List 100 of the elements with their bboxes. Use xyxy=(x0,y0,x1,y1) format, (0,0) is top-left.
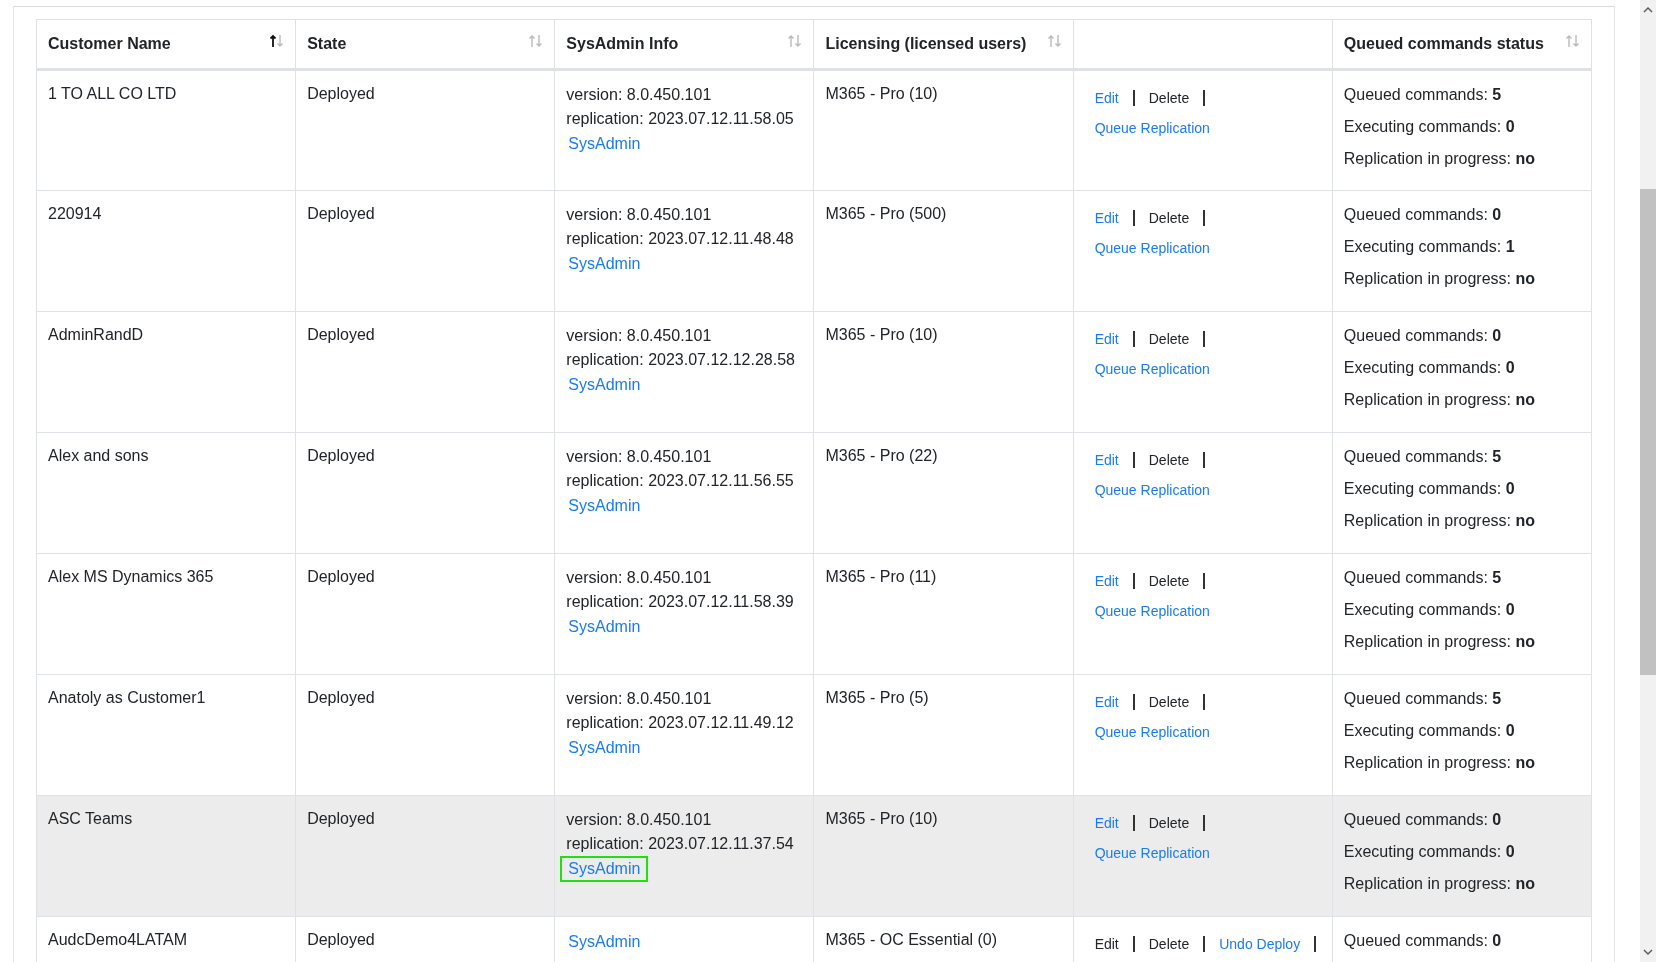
sysadmin-link[interactable]: SysAdmin xyxy=(560,735,649,761)
status-line: Executing commands: 0 xyxy=(1343,600,1516,620)
status-line: Executing commands: 0 xyxy=(1343,842,1516,862)
action-text[interactable]: Edit xyxy=(1094,934,1119,954)
sysadmin-link[interactable]: SysAdmin xyxy=(560,856,649,882)
sysadmin-info-text: version: 8.0.450.101 xyxy=(566,205,713,225)
status-line: Replication in progress: no xyxy=(1343,390,1536,410)
sysadmin-link[interactable]: SysAdmin xyxy=(560,251,649,277)
action-link[interactable]: Edit xyxy=(1094,813,1119,833)
state-text: Deployed xyxy=(307,85,375,102)
column-header[interactable]: Licensing (licensed users) xyxy=(813,19,1074,70)
queue-replication-link[interactable]: Queue Replication xyxy=(1094,480,1210,500)
customer-name: Alex and sons xyxy=(48,447,149,464)
sysadmin-link[interactable]: SysAdmin xyxy=(560,929,649,955)
sysadmin-info-text: version: 8.0.450.101 xyxy=(566,85,713,105)
action-link[interactable]: Edit xyxy=(1094,571,1119,591)
action-link[interactable]: Edit xyxy=(1094,329,1119,349)
queue-replication-link[interactable]: Queue Replication xyxy=(1094,601,1210,621)
column-header[interactable]: SysAdmin Info xyxy=(554,19,814,70)
action-link[interactable]: Edit xyxy=(1094,692,1119,712)
licensing-text: M365 - Pro (5) xyxy=(825,689,929,706)
licensing-text: M365 - OC Essential (0) xyxy=(825,931,998,948)
sysadmin-info-text: version: 8.0.450.101 xyxy=(566,568,713,588)
sysadmin-link[interactable]: SysAdmin xyxy=(560,131,649,157)
sysadmin-info-text: replication: 2023.07.12.11.58.05 xyxy=(566,109,795,129)
sysadmin-info-text: version: 8.0.450.101 xyxy=(566,810,713,830)
sysadmin-info-text: replication: 2023.07.12.11.58.39 xyxy=(566,592,795,612)
status-line: Replication in progress: no xyxy=(1343,632,1536,652)
scrollbar-thumb[interactable] xyxy=(1640,189,1656,675)
licensing-text: M365 - Pro (500) xyxy=(825,205,947,222)
status-line: Replication in progress: no xyxy=(1343,753,1536,773)
customer-name: ASC Teams xyxy=(48,810,133,827)
sysadmin-link[interactable]: SysAdmin xyxy=(560,493,649,519)
customer-name: 220914 xyxy=(48,205,102,222)
licensing-text: M365 - Pro (11) xyxy=(825,568,937,585)
action-text[interactable]: Delete xyxy=(1148,450,1190,470)
status-line: Executing commands: 0 xyxy=(1343,117,1516,137)
status-line: Queued commands: 5 xyxy=(1343,85,1503,105)
state-text: Deployed xyxy=(307,205,375,222)
sysadmin-info-text: replication: 2023.07.12.11.48.48 xyxy=(566,229,795,249)
action-text[interactable]: Delete xyxy=(1148,571,1190,591)
state-text: Deployed xyxy=(307,689,375,706)
status-line: Queued commands: 0 xyxy=(1343,326,1503,346)
state-text: Deployed xyxy=(307,447,375,464)
customer-name: Alex MS Dynamics 365 xyxy=(48,568,214,585)
sysadmin-info-text: version: 8.0.450.101 xyxy=(566,447,713,467)
state-text: Deployed xyxy=(307,810,375,827)
scroll-down-icon[interactable] xyxy=(1643,949,1653,956)
action-text[interactable]: Delete xyxy=(1148,934,1190,954)
status-line: Queued commands: 5 xyxy=(1343,447,1503,467)
action-link[interactable]: Undo Deploy xyxy=(1219,934,1301,954)
status-line: Executing commands: 0 xyxy=(1343,358,1516,378)
status-line: Queued commands: 0 xyxy=(1343,931,1503,951)
status-line: Replication in progress: no xyxy=(1343,269,1536,289)
status-line: Queued commands: 5 xyxy=(1343,689,1503,709)
action-link[interactable]: Edit xyxy=(1094,450,1119,470)
state-text: Deployed xyxy=(307,326,375,343)
action-link[interactable]: Edit xyxy=(1094,208,1119,228)
action-text[interactable]: Delete xyxy=(1148,88,1190,108)
customer-name: Anatoly as Customer1 xyxy=(48,689,206,706)
column-header[interactable]: Customer Name xyxy=(36,19,296,70)
column-header[interactable]: Queued commands status xyxy=(1332,19,1592,70)
status-line: Queued commands: 0 xyxy=(1343,205,1503,225)
status-line: Replication in progress: no xyxy=(1343,149,1536,169)
sort-icon[interactable] xyxy=(269,34,286,48)
licensing-text: M365 - Pro (10) xyxy=(825,810,938,827)
sysadmin-info-text: replication: 2023.07.12.11.49.12 xyxy=(566,713,795,733)
state-text: Deployed xyxy=(307,568,375,585)
action-text[interactable]: Delete xyxy=(1148,329,1190,349)
column-header[interactable]: State xyxy=(295,19,555,70)
action-text[interactable]: Delete xyxy=(1148,813,1190,833)
status-line: Executing commands: 1 xyxy=(1343,237,1516,257)
sysadmin-info-text: replication: 2023.07.12.11.37.54 xyxy=(566,834,795,854)
action-text[interactable]: Delete xyxy=(1148,208,1190,228)
status-line: Queued commands: 0 xyxy=(1343,810,1503,830)
licensing-text: M365 - Pro (10) xyxy=(825,326,938,343)
sysadmin-info-text: replication: 2023.07.12.11.56.55 xyxy=(566,471,795,491)
status-line: Executing commands: 0 xyxy=(1343,479,1516,499)
status-line: Executing commands: 0 xyxy=(1343,721,1516,741)
queue-replication-link[interactable]: Queue Replication xyxy=(1094,238,1210,258)
status-line: Queued commands: 5 xyxy=(1343,568,1503,588)
queue-replication-link[interactable]: Queue Replication xyxy=(1094,118,1210,138)
scrollbar[interactable] xyxy=(1640,0,1656,962)
status-line: Replication in progress: no xyxy=(1343,511,1536,531)
status-line: Replication in progress: no xyxy=(1343,874,1536,894)
customer-name: 1 TO ALL CO LTD xyxy=(48,85,177,102)
sysadmin-link[interactable]: SysAdmin xyxy=(560,372,649,398)
customer-name: AudcDemo4LATAM xyxy=(48,931,187,948)
sysadmin-link[interactable]: SysAdmin xyxy=(560,614,649,640)
queue-replication-link[interactable]: Queue Replication xyxy=(1094,722,1210,742)
customer-name: AdminRandD xyxy=(48,326,144,343)
licensing-text: M365 - Pro (22) xyxy=(825,447,938,464)
queue-replication-link[interactable]: Queue Replication xyxy=(1094,359,1210,379)
scroll-up-icon[interactable] xyxy=(1643,6,1653,13)
queue-replication-link[interactable]: Queue Replication xyxy=(1094,843,1210,863)
sysadmin-info-text: version: 8.0.450.101 xyxy=(566,326,713,346)
state-text: Deployed xyxy=(307,931,375,948)
action-text[interactable]: Delete xyxy=(1148,692,1190,712)
action-link[interactable]: Edit xyxy=(1094,88,1119,108)
sysadmin-info-text: replication: 2023.07.12.12.28.58 xyxy=(566,350,796,370)
